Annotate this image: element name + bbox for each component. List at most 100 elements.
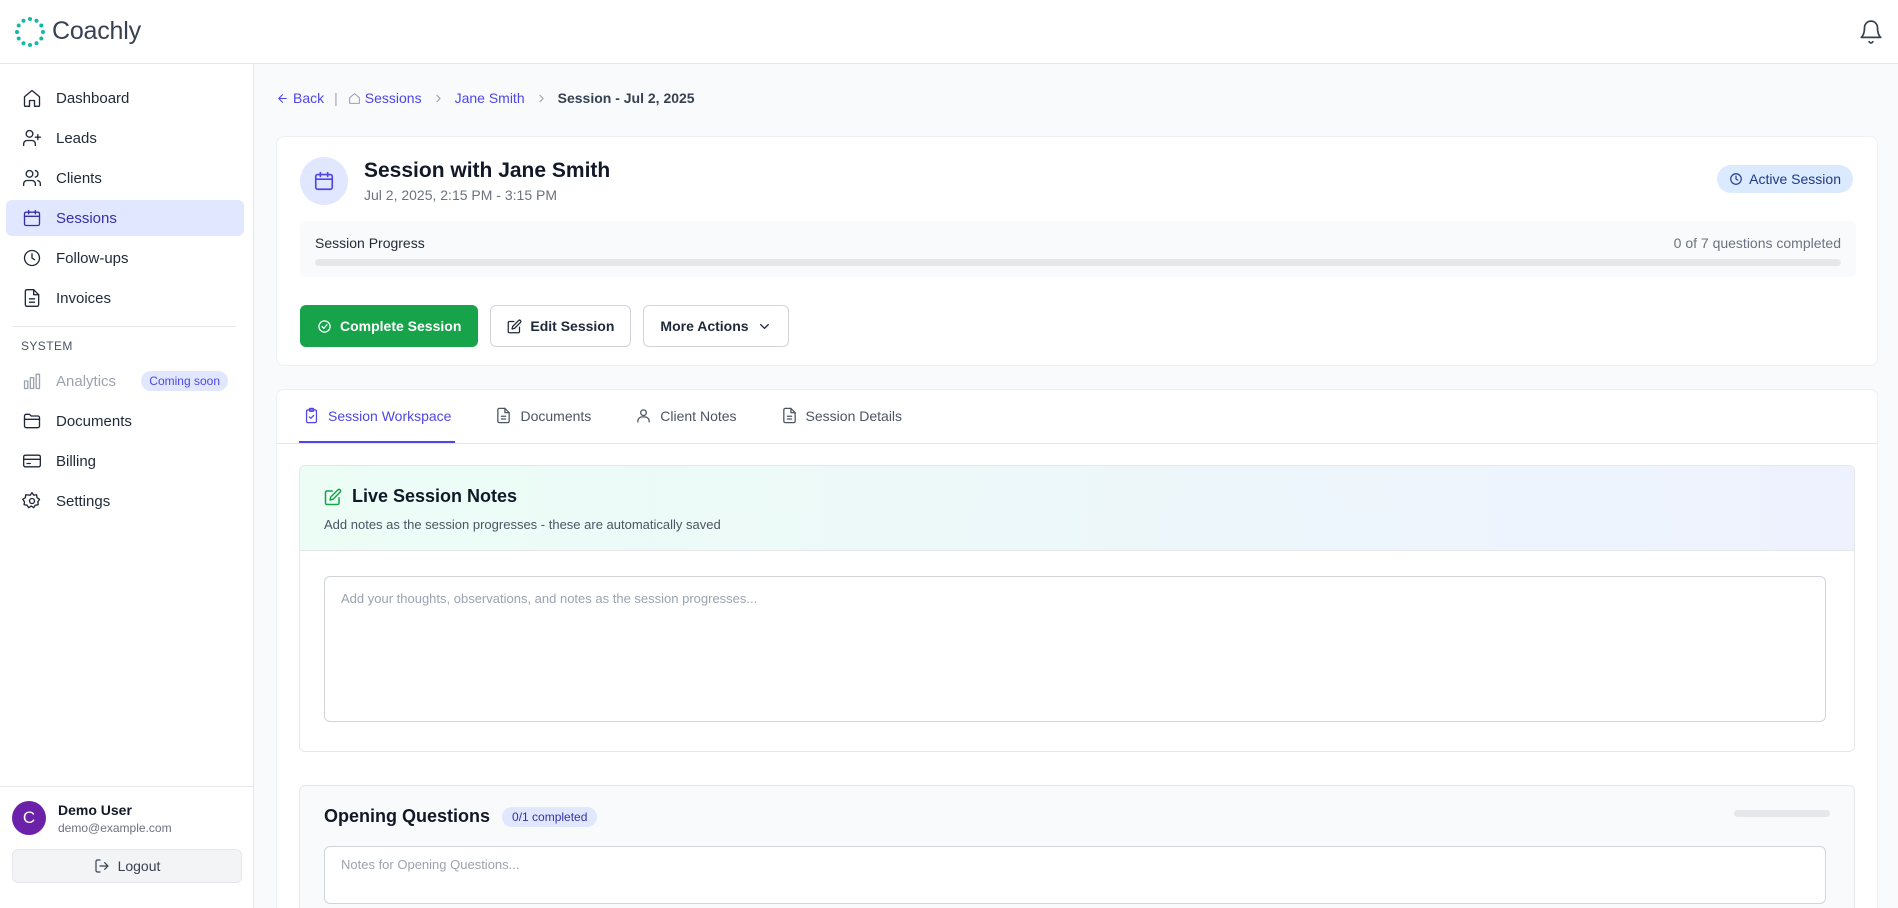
- logout-button[interactable]: Logout: [12, 849, 242, 883]
- avatar: C: [12, 801, 46, 835]
- tab-session-details[interactable]: Session Details: [777, 390, 907, 443]
- user-profile[interactable]: C Demo User demo@example.com: [12, 801, 242, 835]
- edit-icon: [324, 488, 342, 505]
- sidebar-item-leads[interactable]: Leads: [6, 120, 244, 156]
- session-tabs-card: Session Workspace Documents Client Notes…: [276, 389, 1878, 908]
- main-content: Back | Sessions Jane Smith Session - Jul…: [254, 64, 1898, 908]
- complete-session-button[interactable]: Complete Session: [300, 305, 479, 347]
- tab-session-workspace[interactable]: Session Workspace: [299, 390, 456, 443]
- sidebar-item-label: Sessions: [56, 209, 117, 227]
- sidebar-item-sessions[interactable]: Sessions: [6, 200, 244, 236]
- coachly-logo-icon: [15, 16, 45, 47]
- sidebar: Dashboard Leads Clients Sessions Follow-…: [0, 64, 254, 908]
- sidebar-item-invoices[interactable]: Invoices: [6, 280, 244, 316]
- calendar-icon: [23, 209, 41, 227]
- breadcrumb-sessions-link[interactable]: Sessions: [348, 90, 422, 106]
- tab-label: Documents: [520, 407, 592, 424]
- arrow-left-icon: [278, 93, 287, 103]
- home-icon: [23, 89, 41, 108]
- status-label: Active Session: [1749, 171, 1841, 187]
- brand[interactable]: Coachly: [14, 16, 141, 48]
- sidebar-item-label: Leads: [56, 129, 97, 147]
- opening-questions-title: Opening Questions: [324, 806, 491, 826]
- sidebar-nav: Dashboard Leads Clients Sessions Follow-…: [0, 64, 253, 519]
- home-icon: [348, 92, 360, 104]
- sidebar-item-label: Follow-ups: [56, 249, 129, 267]
- tab-documents[interactable]: Documents: [491, 390, 595, 443]
- progress-label: Session Progress: [315, 235, 425, 251]
- folder-icon: [23, 413, 41, 429]
- breadcrumb-client-link[interactable]: Jane Smith: [455, 90, 525, 106]
- more-actions-button[interactable]: More Actions: [643, 305, 789, 347]
- check-circle-icon: [318, 319, 331, 333]
- session-header-card: Session with Jane Smith Jul 2, 2025, 2:1…: [276, 136, 1878, 366]
- user-name: Demo User: [58, 801, 132, 818]
- breadcrumb-sessions-label: Sessions: [364, 90, 422, 106]
- tab-label: Session Workspace: [328, 407, 452, 424]
- session-time: Jul 2, 2025, 2:15 PM - 3:15 PM: [364, 187, 557, 203]
- more-actions-label: More Actions: [660, 318, 749, 334]
- sidebar-item-label: Clients: [56, 169, 102, 187]
- credit-card-icon: [23, 454, 41, 468]
- file-text-icon: [24, 289, 40, 307]
- breadcrumb-current: Session - Jul 2, 2025: [557, 90, 695, 106]
- opening-questions-panel: Opening Questions 0/1 completed: [299, 785, 1855, 908]
- sidebar-item-label: Invoices: [56, 289, 112, 307]
- file-text-icon: [497, 407, 511, 424]
- calendar-icon: [314, 171, 334, 191]
- live-notes-input[interactable]: [324, 576, 1826, 722]
- edit-session-button[interactable]: Edit Session: [490, 305, 632, 347]
- tab-label: Session Details: [805, 407, 903, 424]
- page-title: Session with Jane Smith: [364, 159, 611, 182]
- user-block: C Demo User demo@example.com Logout: [0, 786, 254, 908]
- tab-label: Client Notes: [660, 407, 737, 424]
- live-notes-title: Live Session Notes: [324, 486, 1830, 507]
- sidebar-item-settings[interactable]: Settings: [6, 483, 244, 519]
- top-bar: Coachly: [0, 0, 1898, 64]
- chevron-down-icon: [759, 323, 769, 329]
- clock-icon: [1730, 173, 1743, 185]
- live-notes-header: Live Session Notes Add notes as the sess…: [300, 466, 1854, 551]
- notification-bell-icon[interactable]: [1858, 19, 1884, 45]
- sidebar-item-dashboard[interactable]: Dashboard: [6, 80, 244, 116]
- clock-icon: [23, 249, 41, 267]
- session-actions: Complete Session Edit Session More Actio…: [300, 305, 789, 347]
- chevron-right-icon: [538, 94, 544, 102]
- logout-label: Logout: [117, 858, 161, 874]
- user-plus-icon: [23, 129, 41, 147]
- coming-soon-badge: Coming soon: [141, 371, 228, 391]
- brand-name: Coachly: [52, 17, 141, 45]
- sidebar-item-label: Billing: [56, 452, 97, 470]
- chevron-right-icon: [435, 94, 441, 102]
- breadcrumb: Back | Sessions Jane Smith Session - Jul…: [276, 90, 695, 106]
- gear-icon: [22, 492, 41, 509]
- logout-icon: [94, 859, 109, 873]
- sidebar-item-label: Documents: [56, 412, 132, 430]
- sidebar-item-documents[interactable]: Documents: [6, 403, 244, 439]
- opening-questions-input[interactable]: [324, 846, 1826, 904]
- progress-count: 0 of 7 questions completed: [1673, 235, 1841, 251]
- sidebar-item-label: Settings: [56, 492, 111, 510]
- opening-questions-badge: 0/1 completed: [502, 806, 598, 827]
- status-badge: Active Session: [1717, 165, 1853, 193]
- session-progress: Session Progress 0 of 7 questions comple…: [300, 221, 1856, 277]
- sidebar-section-system: SYSTEM: [21, 339, 73, 353]
- file-text-icon: [782, 407, 796, 424]
- edit-icon: [508, 319, 522, 333]
- tab-client-notes[interactable]: Client Notes: [631, 390, 740, 443]
- sidebar-item-analytics: Analytics Coming soon: [6, 363, 244, 399]
- sidebar-item-clients[interactable]: Clients: [6, 160, 244, 196]
- complete-session-label: Complete Session: [340, 318, 462, 334]
- sidebar-item-label: Analytics: [56, 372, 117, 390]
- user-email: demo@example.com: [58, 820, 172, 835]
- sidebar-item-billing[interactable]: Billing: [6, 443, 244, 479]
- back-link[interactable]: Back: [276, 90, 324, 106]
- user-icon: [637, 409, 651, 423]
- sidebar-divider: [13, 326, 236, 327]
- breadcrumb-divider: |: [334, 90, 338, 106]
- session-calendar-badge: [300, 157, 348, 205]
- sidebar-item-follow-ups[interactable]: Follow-ups: [6, 240, 244, 276]
- live-notes-title-label: Live Session Notes: [352, 486, 518, 506]
- progress-bar: [315, 259, 1841, 266]
- opening-questions-progress: [1734, 810, 1830, 817]
